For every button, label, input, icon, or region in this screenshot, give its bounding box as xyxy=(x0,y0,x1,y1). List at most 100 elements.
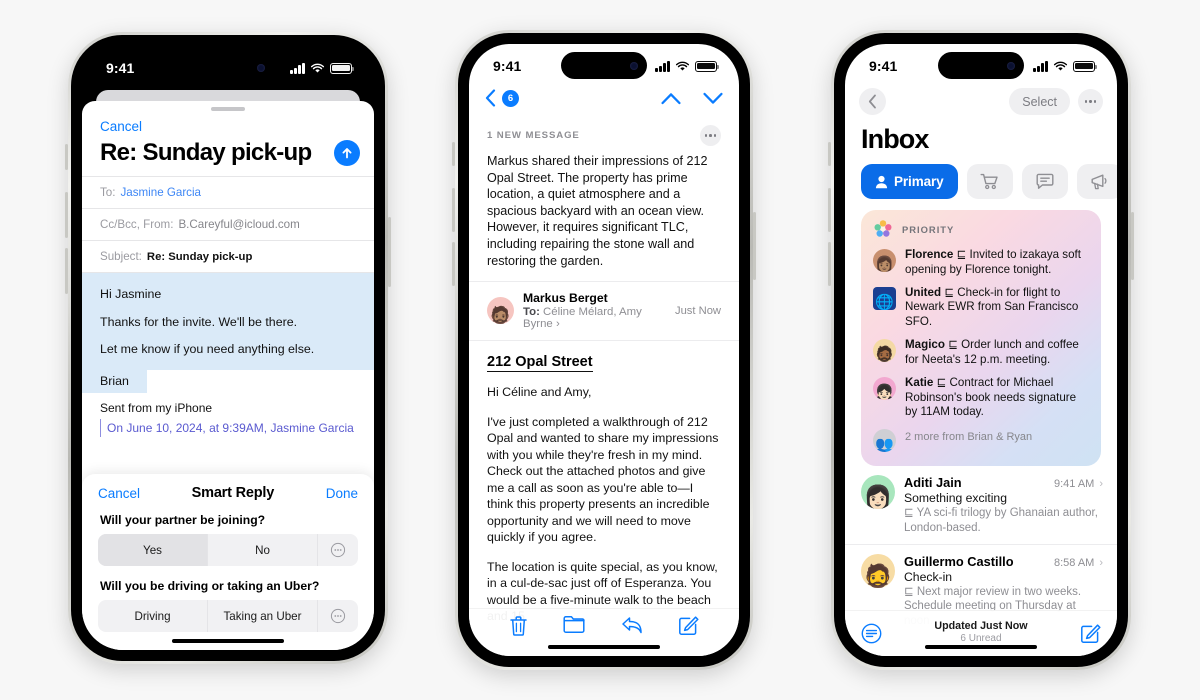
priority-card[interactable]: PRIORITY 👩🏽 Florence ⊑ Invited to izakay… xyxy=(861,210,1101,467)
priority-item[interactable]: 🧔🏾 Magico ⊑ Order lunch and coffee for N… xyxy=(873,334,1089,372)
wifi-icon xyxy=(310,63,325,73)
chevron-right-icon: › xyxy=(555,318,560,331)
status-time: 9:41 xyxy=(106,60,135,76)
folder-icon[interactable] xyxy=(563,615,585,634)
smart-reply-option-uber[interactable]: Taking an Uber xyxy=(208,600,318,632)
smart-reply-header: Cancel Smart Reply Done xyxy=(98,485,358,501)
more-options-circle-icon xyxy=(330,542,346,558)
priority-more-row[interactable]: 👥 2 more from Brian & Ryan xyxy=(873,424,1089,456)
to-recipient: Jasmine Garcia xyxy=(120,186,202,199)
mail-sender: Guillermo Castillo xyxy=(904,554,1014,570)
compose-sheet: Cancel Re: Sunday pick-up To: Jasmine Ga… xyxy=(82,101,374,650)
compose-stack: Cancel Re: Sunday pick-up To: Jasmine Ga… xyxy=(82,90,374,650)
recipient-names: Céline Mélard, Amy Byrne xyxy=(523,306,642,331)
smart-reply-done-button[interactable]: Done xyxy=(326,486,358,501)
reply-arrow-icon[interactable] xyxy=(621,615,643,635)
priority-sender: Katie xyxy=(905,375,934,389)
compose-title: Re: Sunday pick-up xyxy=(100,139,312,166)
thread-nav-arrows xyxy=(661,92,723,105)
mute-switch xyxy=(828,142,831,166)
send-button[interactable] xyxy=(334,140,360,166)
screenshot-canvas: 9:41 Cancel Re: Sunday pick-up To: Jasmi… xyxy=(0,0,1200,700)
priority-item[interactable]: 🌐 United ⊑ Check-in for flight to Newark… xyxy=(873,282,1089,334)
status-time: 9:41 xyxy=(493,58,522,74)
avatar-aditi: 👩🏻 xyxy=(861,475,895,510)
mail-subject: Something exciting xyxy=(904,491,1007,506)
to-field[interactable]: To: Jasmine Garcia xyxy=(82,176,374,208)
signature-text: Sent from my iPhone xyxy=(100,401,213,415)
home-indicator[interactable] xyxy=(548,644,660,649)
priority-item[interactable]: 👩🏽 Florence ⊑ Invited to izakaya soft op… xyxy=(873,244,1089,282)
dynamic-island xyxy=(561,52,647,79)
filter-tab-promotions[interactable] xyxy=(1076,164,1117,199)
subject-field[interactable]: Subject: Re: Sunday pick-up xyxy=(82,240,374,272)
smart-reply-cancel-button[interactable]: Cancel xyxy=(98,486,140,501)
priority-sender: Florence xyxy=(905,248,954,261)
home-indicator[interactable] xyxy=(925,644,1037,649)
smart-reply-panel: Cancel Smart Reply Done Will your partne… xyxy=(82,474,374,650)
chevron-down-icon[interactable] xyxy=(703,92,723,105)
back-button[interactable] xyxy=(859,88,886,115)
battery-icon xyxy=(330,62,355,74)
to-label: To: xyxy=(100,186,116,199)
sender-row[interactable]: 🧔🏽 Markus Berget To: Céline Mélard, Amy … xyxy=(469,282,739,342)
filter-tab-updates[interactable] xyxy=(1021,164,1068,199)
mail-list-item[interactable]: 👩🏻 Aditi Jain 9:41 AM › Something exciti… xyxy=(845,466,1117,546)
smart-reply-more-button[interactable] xyxy=(318,600,358,632)
subject-label: Subject: xyxy=(100,250,142,263)
power-button xyxy=(753,212,756,280)
smart-reply-option-no[interactable]: No xyxy=(208,534,318,566)
smart-reply-option-yes[interactable]: Yes xyxy=(98,534,208,566)
mute-switch xyxy=(452,142,455,166)
more-options-circle-icon xyxy=(330,608,346,624)
ellipsis-circle-icon[interactable] xyxy=(700,125,721,146)
page-title: Inbox xyxy=(861,124,929,154)
chevron-up-icon[interactable] xyxy=(661,92,681,105)
smart-reply-option-driving[interactable]: Driving xyxy=(98,600,208,632)
thread-navbar: 6 xyxy=(469,88,739,116)
front-camera-icon xyxy=(1007,61,1015,70)
wifi-icon xyxy=(675,61,690,71)
avatar-florence: 👩🏽 xyxy=(873,249,896,272)
mail-item-header: Aditi Jain 9:41 AM › xyxy=(904,475,1103,490)
phone3-screen: 9:41 Select Inbox Primary PRIORITY 👩🏽 Fl… xyxy=(845,44,1117,656)
summary-icon: ⊑ xyxy=(936,375,950,389)
filter-tab-transactions[interactable] xyxy=(966,164,1013,199)
smart-reply-more-button[interactable] xyxy=(318,534,358,566)
compose-icon[interactable] xyxy=(1080,623,1101,644)
subject-value: Re: Sunday pick-up xyxy=(146,251,253,263)
more-button[interactable] xyxy=(1078,89,1103,114)
body-line: Brian xyxy=(82,369,147,393)
status-bar: 9:41 xyxy=(845,44,1117,88)
trash-icon[interactable] xyxy=(509,615,528,636)
priority-item-text: United ⊑ Check-in for flight to Newark E… xyxy=(905,286,1089,330)
mail-preview: ⊑ YA sci-fi trilogy by Ghanaian author, … xyxy=(904,506,1103,535)
body-line: Hi Jasmine xyxy=(100,287,162,301)
ccbcc-field[interactable]: Cc/Bcc, From: B.Careyful@icloud.com xyxy=(82,208,374,240)
phone-mockup-thread: 9:41 6 1 NEW MESSAGE Markus shared their… xyxy=(452,30,756,670)
ccbcc-label: Cc/Bcc, From: xyxy=(100,218,174,231)
front-camera-icon xyxy=(257,63,265,72)
inbox-navbar: Select xyxy=(845,88,1117,119)
summary-text: Markus shared their impressions of 212 O… xyxy=(487,154,708,268)
message-title: 212 Opal Street xyxy=(487,354,593,373)
select-button[interactable]: Select xyxy=(1009,88,1070,115)
home-indicator[interactable] xyxy=(172,638,284,643)
priority-item-text: Magico ⊑ Order lunch and coffee for Neet… xyxy=(905,338,1089,368)
filter-tab-primary[interactable]: Primary xyxy=(861,164,958,199)
inbox-status: Updated Just Now 6 Unread xyxy=(882,620,1080,644)
priority-label: PRIORITY xyxy=(902,223,955,235)
back-button[interactable]: 6 xyxy=(485,89,519,107)
priority-item[interactable]: 👧🏻 Katie ⊑ Contract for Michael Robinson… xyxy=(873,372,1089,424)
chevron-left-icon xyxy=(485,89,496,107)
compose-icon[interactable] xyxy=(678,615,699,636)
phone-mockup-compose: 9:41 Cancel Re: Sunday pick-up To: Jasmi… xyxy=(65,32,391,664)
compose-cancel-button[interactable]: Cancel xyxy=(82,111,374,137)
mail-preview-text: YA sci-fi trilogy by Ghanaian author, Lo… xyxy=(904,507,1098,534)
phone-mockup-inbox: 9:41 Select Inbox Primary PRIORITY 👩🏽 Fl… xyxy=(828,30,1134,670)
filter-lines-circle-icon[interactable] xyxy=(861,623,882,644)
avatar-united: 🌐 xyxy=(873,286,896,310)
volume-up-button xyxy=(65,192,68,238)
volume-down-button xyxy=(65,248,68,294)
speech-bubble-icon xyxy=(1036,173,1054,189)
